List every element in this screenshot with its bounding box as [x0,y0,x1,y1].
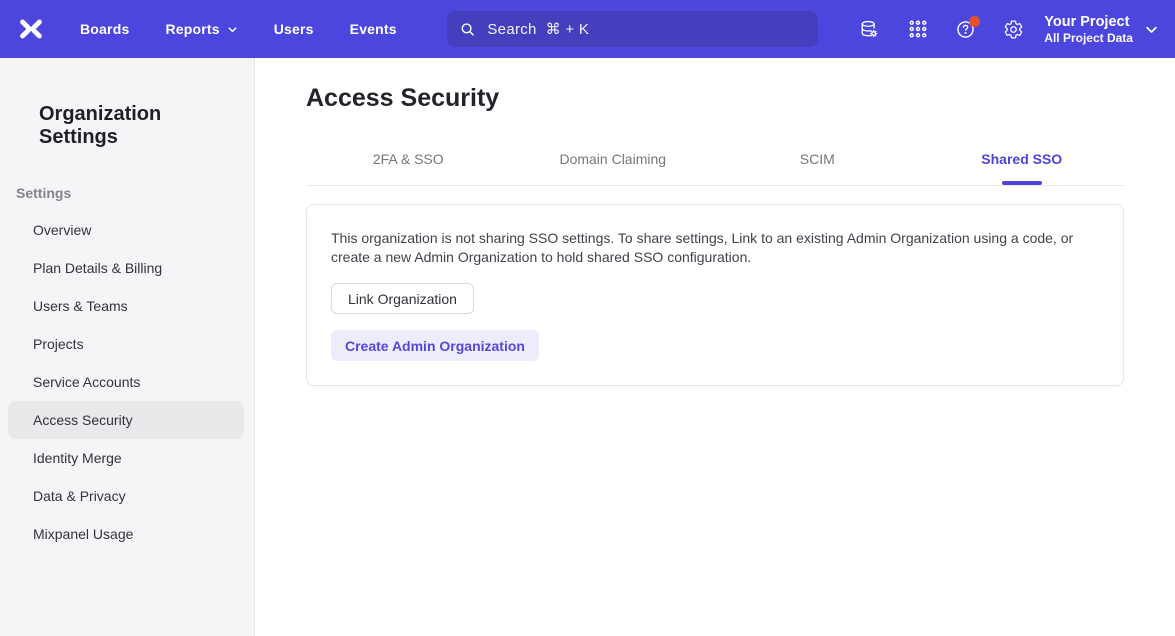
settings-sidebar: Organization Settings Settings Overview … [0,58,255,636]
nav-item-label: Events [350,21,397,37]
sidebar-item-label: Plan Details & Billing [33,260,162,276]
nav-item-label: Reports [165,21,219,37]
global-search[interactable] [447,11,818,47]
sidebar-section-label: Settings [16,185,254,201]
project-name: Your Project [1044,14,1133,31]
sidebar-item[interactable]: Data & Privacy [8,477,244,515]
chevron-down-icon [227,24,238,35]
sidebar-item[interactable]: Users & Teams [8,287,244,325]
project-scope: All Project Data [1044,31,1133,45]
tab-label: SCIM [800,151,835,167]
sidebar-item-label: Data & Privacy [33,488,126,504]
nav-item[interactable]: Events [350,21,397,37]
sidebar-item-label: Access Security [33,412,133,428]
tab-label: Shared SSO [981,151,1062,167]
primary-nav: Boards Reports Users Events [80,21,433,37]
sidebar-nav: Overview Plan Details & Billing Users & … [0,211,254,553]
nav-item[interactable]: Boards [80,21,129,37]
sidebar-item[interactable]: Mixpanel Usage [8,515,244,553]
tab[interactable]: Shared SSO [920,135,1125,185]
help-button[interactable] [955,19,976,40]
tab[interactable]: Domain Claiming [511,135,716,185]
settings-gear-icon [1003,19,1024,40]
link-organization-button[interactable]: Link Organization [331,283,474,314]
tab-label: Domain Claiming [559,151,666,167]
nav-item-label: Boards [80,21,129,37]
nav-item[interactable]: Reports [165,21,237,37]
main-content: Access Security 2FA & SSO Domain Claimin… [255,58,1175,636]
settings-button[interactable] [1003,19,1024,40]
sidebar-item[interactable]: Access Security [8,401,244,439]
sidebar-item-label: Users & Teams [33,298,128,314]
nav-item[interactable]: Users [274,21,314,37]
sidebar-item-label: Identity Merge [33,450,122,466]
sidebar-item-label: Mixpanel Usage [33,526,133,542]
card-description: This organization is not sharing SSO set… [331,229,1099,267]
sidebar-item[interactable]: Overview [8,211,244,249]
top-navigation-bar: Boards Reports Users Events [0,0,1175,58]
shared-sso-card: This organization is not sharing SSO set… [306,204,1124,386]
data-management-icon [859,19,880,40]
nav-item-label: Users [274,21,314,37]
tab-bar: 2FA & SSO Domain Claiming SCIM Shared SS… [306,135,1124,186]
sidebar-item-label: Service Accounts [33,374,140,390]
tab-label: 2FA & SSO [373,151,444,167]
sidebar-item-label: Projects [33,336,84,352]
apps-grid-button[interactable] [907,19,928,40]
sidebar-item[interactable]: Projects [8,325,244,363]
search-icon [459,20,476,39]
sidebar-item[interactable]: Plan Details & Billing [8,249,244,287]
sidebar-title: Organization Settings [0,58,254,149]
search-input[interactable] [485,20,806,39]
tab[interactable]: SCIM [715,135,920,185]
sidebar-item-label: Overview [33,222,91,238]
apps-grid-icon [908,19,928,39]
chevron-down-icon [1144,22,1159,37]
tab[interactable]: 2FA & SSO [306,135,511,185]
page-title: Access Security [306,84,1124,113]
sidebar-item[interactable]: Service Accounts [8,363,244,401]
create-admin-organization-button[interactable]: Create Admin Organization [331,330,539,361]
data-management-button[interactable] [859,19,880,40]
project-selector[interactable]: Your Project All Project Data [1044,14,1159,45]
sidebar-item[interactable]: Identity Merge [8,439,244,477]
mixpanel-logo-icon[interactable] [16,14,46,44]
notification-dot [969,16,980,27]
active-tab-indicator [1002,181,1042,185]
